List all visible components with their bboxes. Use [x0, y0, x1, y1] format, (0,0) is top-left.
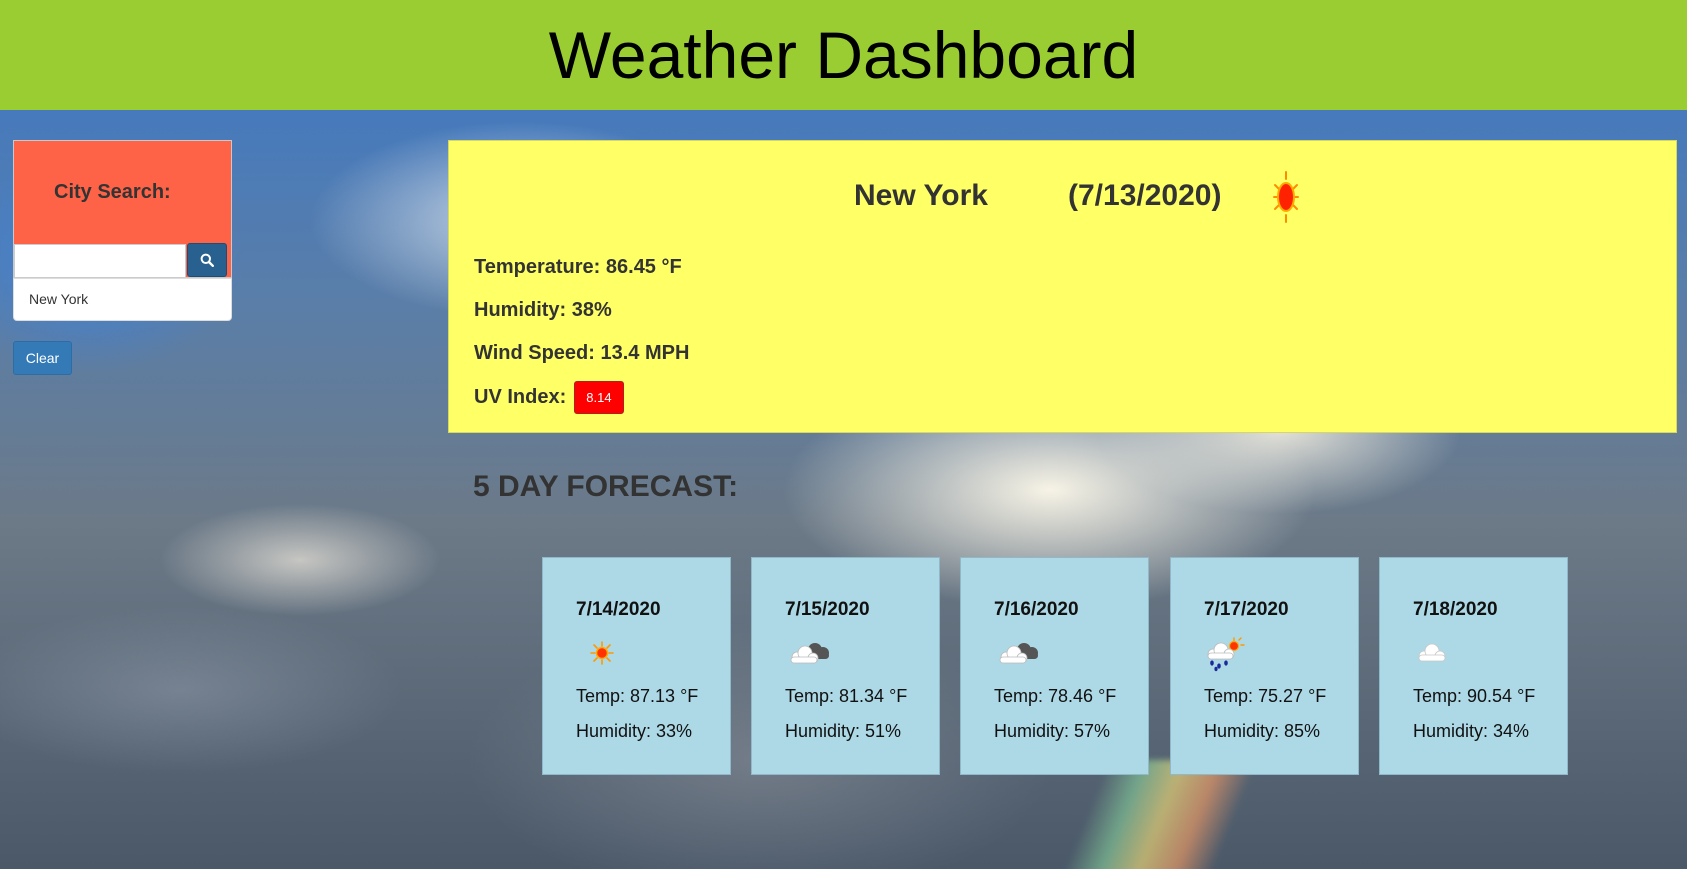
forecast-humidity: Humidity: 85%	[1204, 721, 1321, 741]
city-search-panel: City Search:	[13, 140, 232, 278]
forecast-card: 7/16/2020 Temp: 78.46 °F Humidity: 57%	[960, 557, 1149, 775]
rain-sun-icon	[1207, 637, 1245, 672]
current-weather-card: New York (7/13/2020) Temperature: 86.45 …	[448, 140, 1677, 433]
search-button[interactable]	[187, 243, 227, 277]
city-search-input[interactable]	[14, 244, 186, 278]
forecast-temp: Temp: 78.46 °F	[994, 686, 1117, 706]
clear-button[interactable]: Clear	[13, 341, 72, 375]
city-search-label: City Search:	[54, 181, 171, 203]
forecast-humidity: Humidity: 57%	[994, 721, 1111, 741]
page-title: Weather Dashboard	[548, 18, 1139, 92]
forecast-humidity: Humidity: 51%	[785, 721, 902, 741]
current-date: (7/13/2020)	[1068, 179, 1222, 212]
search-icon	[200, 253, 214, 267]
forecast-humidity: Humidity: 34%	[1413, 721, 1530, 741]
search-history-list: New York	[13, 278, 232, 321]
current-humidity: Humidity: 38%	[474, 299, 612, 321]
forecast-card: 7/14/2020 Temp: 87.13 °F Humidity: 33%	[542, 557, 731, 775]
forecast-date: 7/18/2020	[1413, 599, 1498, 620]
current-weather-title: New York (7/13/2020)	[449, 171, 1676, 223]
forecast-humidity: Humidity: 33%	[576, 721, 693, 741]
current-city: New York	[854, 179, 988, 212]
forecast-card: 7/15/2020 Temp: 81.34 °F Humidity: 51%	[751, 557, 940, 775]
current-temperature: Temperature: 86.45 °F	[474, 256, 682, 278]
forecast-card: 7/17/2020 Temp: 75.27 °F Humidity: 85%	[1170, 557, 1359, 775]
forecast-heading: 5 DAY FORECAST:	[473, 470, 739, 503]
uv-index-label: UV Index:	[474, 385, 567, 408]
forecast-date: 7/17/2020	[1204, 599, 1289, 620]
current-uv-row: UV Index: 8.14	[474, 381, 624, 414]
background-rainbow	[1051, 760, 1259, 869]
forecast-temp: Temp: 75.27 °F	[1204, 686, 1327, 706]
app-header: Weather Dashboard	[0, 0, 1687, 110]
forecast-temp: Temp: 81.34 °F	[785, 686, 908, 706]
forecast-temp: Temp: 87.13 °F	[576, 686, 699, 706]
forecast-date: 7/16/2020	[994, 599, 1079, 620]
cloud-icon	[999, 643, 1038, 664]
forecast-card: 7/18/2020 Temp: 90.54 °F Humidity: 34%	[1379, 557, 1568, 775]
sun-icon	[1273, 171, 1299, 223]
history-item[interactable]: New York	[14, 279, 231, 320]
cloud-icon	[790, 643, 829, 664]
uv-index-badge: 8.14	[574, 381, 624, 414]
sun-icon	[590, 641, 614, 665]
forecast-date: 7/15/2020	[785, 599, 870, 620]
forecast-temp: Temp: 90.54 °F	[1413, 686, 1536, 706]
current-wind-speed: Wind Speed: 13.4 MPH	[474, 342, 690, 364]
light-cloud-icon	[1418, 643, 1446, 662]
forecast-date: 7/14/2020	[576, 599, 661, 620]
